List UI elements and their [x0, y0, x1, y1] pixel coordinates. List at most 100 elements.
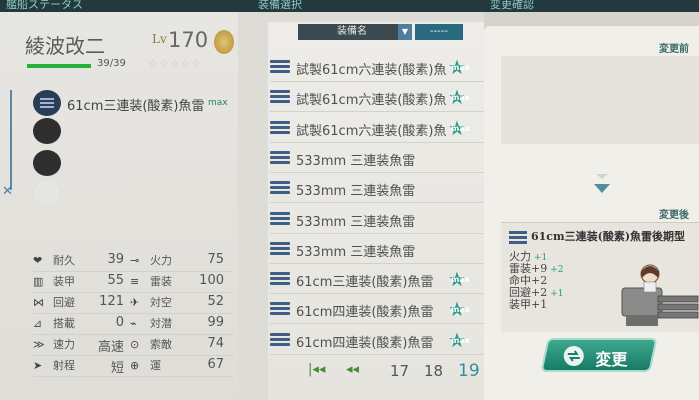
slot-scroll-indicator	[10, 90, 12, 190]
firepower-icon: ⊸	[130, 254, 140, 267]
current-page-button[interactable]: 19	[458, 361, 480, 381]
sort-label[interactable]: 装備名	[298, 24, 406, 40]
stat-label: 速力	[53, 338, 75, 351]
list-item-name: 61cm三連装(酸素)魚雷	[296, 275, 434, 291]
equip-slot-1[interactable]: 61cm三連装(酸素)魚雷 max	[33, 90, 238, 116]
stat-label: 装甲	[53, 275, 75, 288]
arrow-down-icon	[594, 184, 610, 193]
sort-dropdown-icon[interactable]: ▼	[398, 24, 412, 40]
list-item[interactable]: 61cm四連装(酸素)魚雷 ★ max	[270, 325, 484, 355]
page-button[interactable]: 18	[424, 362, 443, 380]
page-button[interactable]: 17	[390, 362, 409, 380]
list-item[interactable]: 533mm 三連装魚雷	[270, 234, 484, 264]
new-item-name: 61cm三連装(酸素)魚雷後期型	[531, 230, 686, 243]
list-item[interactable]: 61cm四連装(酸素)魚雷 ★ max	[270, 294, 484, 325]
torpedo-equip-icon	[509, 231, 527, 246]
torpedo-equip-icon	[270, 211, 290, 227]
max-badge-text: max	[451, 305, 470, 315]
aircraft-icon: ⊿	[33, 317, 43, 330]
first-page-button[interactable]: |◂◂	[308, 362, 325, 377]
torpedo-equip-icon	[270, 241, 290, 257]
stat-aircraft: ⊿ 搭載 0	[33, 315, 128, 335]
stat-label: 火力	[150, 254, 172, 267]
level-value: 170	[168, 28, 209, 52]
equip-slot-2[interactable]	[33, 118, 238, 144]
hp-text: 39/39	[97, 58, 126, 69]
change-button[interactable]: 変更	[540, 338, 658, 372]
stat-aa: ✈ 対空 52	[130, 294, 228, 314]
torpedo-equip-icon	[270, 181, 290, 196]
stat-label: 搭載	[53, 317, 75, 330]
list-item-name: 533mm 三連装魚雷	[296, 244, 416, 260]
max-badge: ★ max	[448, 87, 470, 107]
list-item[interactable]: 533mm 三連装魚雷	[270, 143, 484, 173]
stat-bonus: 装甲+1	[509, 299, 547, 311]
change-confirm-header: 変更確認	[484, 0, 699, 12]
slot-item-name: 61cm三連装(酸素)魚雷	[67, 99, 205, 114]
stat-label: 回避	[53, 296, 75, 309]
max-badge-text: max	[451, 63, 470, 72]
upgrade-bonus: +1	[550, 289, 564, 299]
stat-label: 対潜	[150, 317, 172, 330]
max-badge: ★ max	[448, 57, 470, 77]
list-item[interactable]: 533mm 三連装魚雷	[270, 204, 484, 234]
after-slot-box: 61cm三連装(酸素)魚雷後期型 火力 +1 雷装+9 +2 命中+2 回避+2 +1 装甲+…	[501, 222, 699, 332]
before-slot-box	[501, 56, 699, 144]
list-item-name: 試製61cm六連装(酸素)魚雷	[296, 93, 446, 109]
list-item-name: 61cm四連装(酸素)魚雷	[296, 305, 434, 321]
stat-value: 75	[207, 252, 224, 267]
swap-icon	[563, 346, 584, 366]
equip-slot-3[interactable]	[33, 150, 238, 176]
arrow-down-icon	[596, 174, 608, 179]
stat-firepower: ⊸ 火力 75	[130, 252, 228, 272]
max-badge-text: max	[451, 93, 470, 103]
hp-icon: ❤	[33, 254, 43, 267]
evasion-icon: ⋈	[33, 296, 44, 309]
torpedo-equip-icon	[270, 150, 290, 166]
max-badge: ★ max	[448, 299, 470, 319]
list-item-name: 61cm四連装(酸素)魚雷	[296, 335, 434, 351]
max-badge-text: max	[451, 123, 470, 133]
torpedo-equip-icon	[270, 90, 290, 105]
ship-name: 綾波改二	[25, 34, 105, 58]
stat-value: 121	[99, 294, 124, 309]
stat-speed: ≫ 速力 高速	[33, 336, 128, 356]
list-item[interactable]: 533mm 三連装魚雷	[270, 173, 484, 204]
luck-icon: ⊕	[130, 359, 140, 372]
stat-value: 99	[207, 315, 224, 330]
torpedo-equip-icon	[270, 332, 290, 348]
level-label: Lv	[152, 32, 167, 46]
list-item[interactable]: 試製61cm六連装(酸素)魚雷 ★ max	[270, 113, 484, 143]
list-item[interactable]: 試製61cm六連装(酸素)魚雷 ★ max	[270, 82, 484, 113]
sort-toggle-button[interactable]: -----	[415, 24, 463, 40]
stat-value: 0	[115, 315, 124, 330]
max-badge: ★ max	[448, 330, 470, 350]
equip-slot-ex[interactable]	[33, 180, 238, 206]
stat-evasion: ⋈ 回避 121	[33, 294, 128, 314]
torpedo-equip-icon	[270, 60, 290, 75]
stat-label: 運	[150, 359, 161, 372]
armor-icon: ▥	[33, 275, 44, 288]
list-item[interactable]: 試製61cm六連装(酸素)魚雷 ★ max	[270, 52, 484, 82]
torpedo-launcher-image	[621, 264, 699, 326]
stat-range: ➤ 射程 短	[33, 357, 128, 377]
after-label: 変更後	[659, 210, 689, 221]
asw-icon: ⌁	[130, 317, 137, 330]
close-icon[interactable]: ✕	[2, 184, 13, 199]
stat-asw: ⌁ 対潜 99	[130, 315, 228, 335]
list-item-name: 533mm 三連装魚雷	[296, 214, 416, 230]
aa-icon: ✈	[130, 296, 140, 309]
torpedo-equip-icon	[270, 120, 290, 136]
list-item-name: 533mm 三連装魚雷	[296, 184, 416, 200]
list-item[interactable]: 61cm三連装(酸素)魚雷 ★ max	[270, 264, 484, 295]
stat-label: 雷装	[150, 275, 172, 288]
torpedo-equip-icon	[270, 272, 290, 287]
change-confirm-panel: 変更前 変更後 61cm三連装(酸素)魚雷後期型 火力 +1 雷装+9 +2 命中+2 回…	[484, 12, 699, 400]
stat-los: ⊙ 索敵 74	[130, 336, 228, 356]
upgrade-bonus: +2	[550, 265, 564, 275]
upgrade-stars: ☆☆☆☆☆	[148, 57, 203, 70]
ship-status-panel: 綾波改二 Lv 170 39/39 ☆☆☆☆☆ ✕ 61cm三連装(酸素)魚雷 …	[0, 12, 238, 400]
empty-slot-icon	[33, 180, 61, 206]
prev-page-button[interactable]: ◂◂	[346, 362, 359, 377]
list-item-name: 533mm 三連装魚雷	[296, 153, 416, 169]
